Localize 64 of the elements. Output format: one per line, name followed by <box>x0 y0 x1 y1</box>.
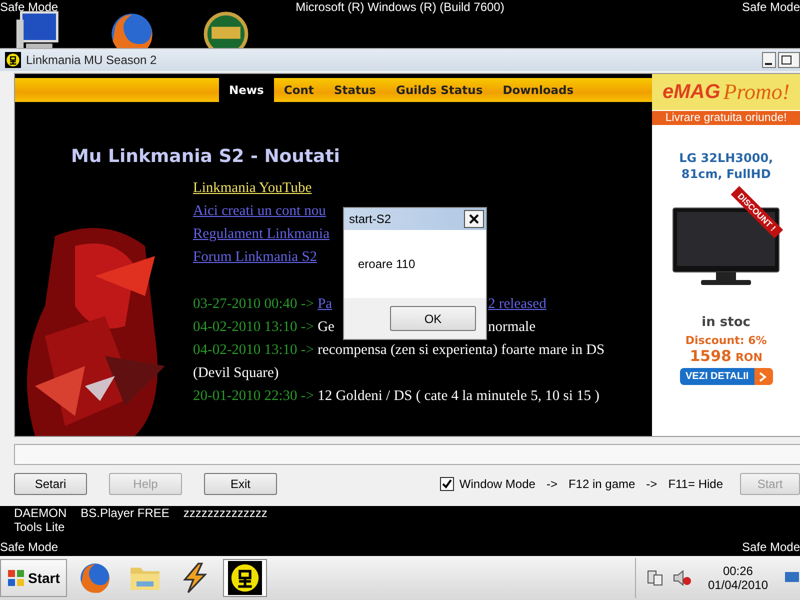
taskbar-app[interactable] <box>222 559 267 597</box>
hint-text: F11= Hide <box>668 477 723 491</box>
stock-label: in stoc <box>702 315 750 330</box>
firefox-icon[interactable] <box>78 561 112 595</box>
page-link[interactable]: Aici creati un cont nou <box>193 200 326 223</box>
ad-slogan: Livrare gratuita oriunde! <box>652 111 800 125</box>
news-text: normale <box>488 319 536 335</box>
mode-label: Safe Mode <box>742 0 800 14</box>
emblem-icon[interactable] <box>5 52 21 68</box>
close-icon <box>469 214 479 224</box>
page-link[interactable]: Linkmania YouTube <box>193 177 312 200</box>
start-menu-button[interactable]: Start <box>0 559 67 597</box>
shortcut-label[interactable]: zzzzzzzzzzzzzz <box>183 506 268 520</box>
news-date: 03-27-2010 00:40 -> <box>193 296 314 312</box>
ad-logo: eMAG <box>662 80 720 104</box>
emblem-icon[interactable] <box>228 561 262 595</box>
nav-tab[interactable]: Guilds Status <box>386 78 493 102</box>
close-button[interactable] <box>464 210 484 228</box>
page-link[interactable]: Forum Linkmania S2 <box>193 246 318 269</box>
maximize-icon[interactable] <box>778 52 800 68</box>
window-title: Linkmania MU Season 2 <box>26 53 158 67</box>
hint-text: -> <box>546 477 558 491</box>
product-title[interactable]: LG 32LH3000, 81cm, FullHD <box>667 150 786 182</box>
muted-speaker-icon[interactable] <box>672 569 692 587</box>
news-link[interactable]: Pa <box>318 296 332 312</box>
nav-tab[interactable]: Status <box>324 78 386 102</box>
news-entry: 04-02-2010 13:10 -> recompensa (zen si experienta) foarte mare in DS (Devil Square) <box>193 341 606 383</box>
shortcut-label[interactable]: DAEMON <box>14 506 67 520</box>
hint-text: F12 in game <box>568 477 636 491</box>
nav-tab[interactable]: Downloads <box>492 78 584 102</box>
page-link[interactable]: Regulament Linkmania <box>193 223 330 246</box>
shortcut-label[interactable]: Tools Lite <box>14 520 67 534</box>
news-date: 04-02-2010 13:10 -> <box>193 319 314 335</box>
show-desktop-icon[interactable] <box>784 571 800 585</box>
windows-logo-icon <box>7 569 25 587</box>
nav-tab[interactable]: News <box>219 78 274 102</box>
checkbox-label[interactable]: Window Mode <box>459 477 536 491</box>
news-text: Ge <box>318 319 334 335</box>
launcher-button[interactable]: Exit <box>204 473 277 495</box>
checkbox[interactable] <box>440 477 454 491</box>
price: 1598 <box>690 347 732 365</box>
nav-tab[interactable]: Cont <box>274 78 324 102</box>
ok-button[interactable]: OK <box>390 306 476 331</box>
discount-label: Discount: 6% <box>685 334 767 347</box>
page-heading: Mu Linkmania S2 - Noutati <box>71 146 341 167</box>
news-link[interactable]: 2 released <box>488 296 546 312</box>
clock-time[interactable]: 00:26 <box>722 564 753 578</box>
clock-date[interactable]: 01/04/2010 <box>708 578 768 592</box>
mode-label: Safe Mode <box>0 0 58 14</box>
dialog-message: eroare 110 <box>358 257 416 271</box>
mode-label: Safe Mode <box>742 540 800 556</box>
dialog-title: start-S2 <box>349 212 392 226</box>
network-icon[interactable] <box>646 569 664 587</box>
mode-label: Safe Mode <box>0 540 58 556</box>
shortcut-label[interactable]: BS.Player FREE <box>80 506 170 520</box>
system-title: Microsoft (R) Windows (R) (Build 7600) <box>296 0 504 14</box>
currency: RON <box>735 351 762 364</box>
launcher-button[interactable]: Setari <box>14 473 87 495</box>
chevron-icon <box>758 372 767 382</box>
hint-text: -> <box>646 477 658 491</box>
news-entry: 20-01-2010 22:30 -> 12 Goldeni / DS ( cate 4 la minutele 5, 10 si 15 ) <box>193 387 600 406</box>
minimize-icon[interactable] <box>762 52 776 68</box>
details-button[interactable]: VEZI DETALII <box>680 368 773 385</box>
ad-logo-tail: Promo! <box>723 79 790 105</box>
